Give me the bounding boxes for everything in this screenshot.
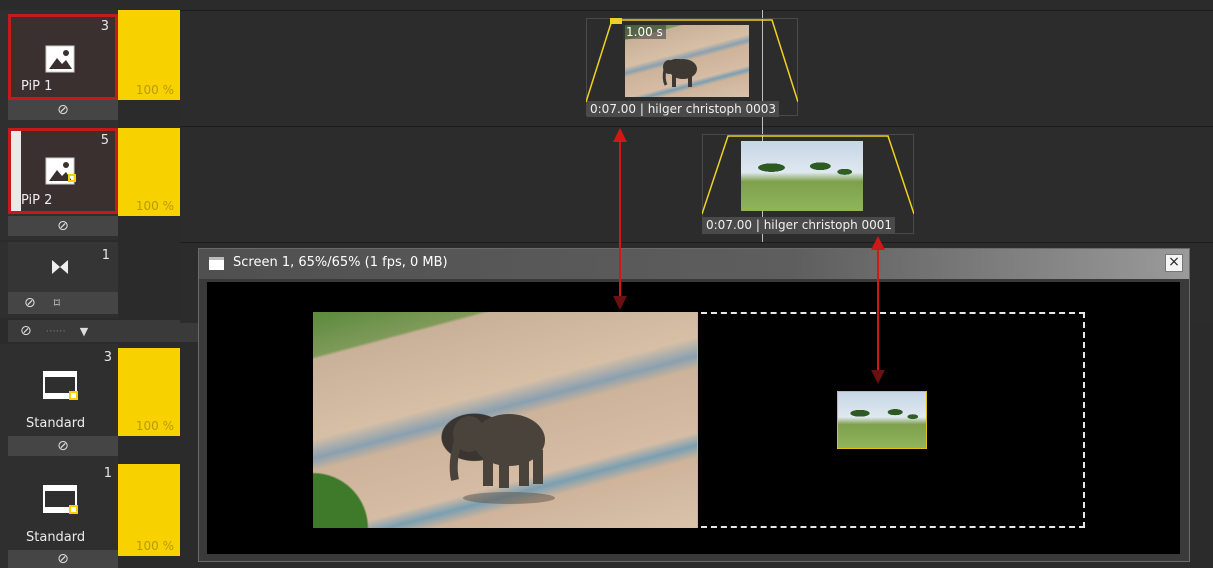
connector-arrow-2 [868,236,888,384]
track-header-standard-2: 1 Standard ⊘ [0,462,118,568]
opacity-bar[interactable]: 100 % [118,348,180,436]
opacity-value: 100 % [135,83,174,97]
connector-arrow-1 [610,128,630,310]
track-header-pip1: 3 PiP 1 ⊘ [0,10,118,126]
close-button[interactable]: × [1165,254,1183,272]
clip-duration: 1.00 s [623,25,666,39]
mute-button[interactable]: ⊘ [8,436,118,456]
dropdown-arrow-icon[interactable]: ▼ [80,325,88,338]
opacity-bar[interactable]: 100 % [118,10,180,100]
mute-icon: ⊘ [57,438,69,454]
image-icon [45,45,75,73]
mute-button[interactable]: ⊘ [8,216,118,236]
track-number: 5 [100,133,109,148]
track-header-standard-1: 3 Standard ⊘ [0,344,118,462]
track-thumb-standard-1[interactable]: 3 Standard [8,348,118,434]
track-thumb-pip1[interactable]: 3 PiP 1 [8,14,118,100]
timeline-lane-pip2[interactable] [180,126,1213,243]
mute-icon[interactable]: ⊘ [24,295,36,311]
mute-icon: ⊘ [57,218,69,234]
opacity-value: 100 % [135,539,174,553]
window-icon [209,257,224,270]
track-label: Standard [26,416,86,431]
clip-caption: 0:07.00 | hilger christoph 0003 [587,101,780,117]
track-label: PiP 2 [21,193,53,208]
image-link-icon [45,157,76,185]
track-label: PiP 1 [21,79,53,94]
clip-pip1[interactable]: 1.00 s 0:07.00 | hilger christoph 0003 [586,18,798,117]
opacity-bar[interactable]: 100 % [118,464,180,556]
grass-overlay [313,438,403,528]
transition-controls: ⊘ ⌑ [8,292,118,314]
mute-icon: ⊘ [57,551,69,567]
track-active-marker [11,131,21,211]
track-header-pip2: 5 PiP 2 ⊘ [0,126,118,240]
screen-canvas[interactable] [207,282,1180,554]
mute-button[interactable]: ⊘ [8,550,118,568]
mute-icon: ⊘ [57,102,69,118]
track-thumb-pip2[interactable]: 5 PiP 2 [8,128,118,214]
clip-pip2[interactable]: 0:07.00 | hilger christoph 0001 [702,134,914,234]
film-icon [43,371,78,400]
pip2-preview[interactable] [837,391,927,449]
opacity-value: 100 % [135,199,174,213]
bowtie-transition-icon [52,260,68,274]
track-header-transition: 1 ⊘ ⌑ [0,242,118,318]
pip1-preview[interactable] [313,312,698,528]
track-label: Standard [26,530,86,545]
track-number: 3 [103,350,112,365]
lane-controls: ⊘ ⋯⋯ ▼ [8,320,198,342]
screen-window-titlebar[interactable]: Screen 1, 65%/65% (1 fps, 0 MB) × [199,249,1189,279]
marker-icon[interactable]: ⌑ [54,296,60,310]
screen-window[interactable]: Screen 1, 65%/65% (1 fps, 0 MB) × [198,248,1190,562]
track-number: 3 [100,19,109,34]
track-thumb-transition[interactable]: 1 [8,242,118,292]
screen-window-title: Screen 1, 65%/65% (1 fps, 0 MB) [233,255,448,270]
opacity-value: 100 % [135,419,174,433]
film-icon [43,485,78,514]
dotted-grip-icon[interactable]: ⋯⋯ [46,326,66,337]
track-thumb-standard-2[interactable]: 1 Standard [8,464,118,548]
clip-caption: 0:07.00 | hilger christoph 0001 [703,217,896,233]
mute-icon[interactable]: ⊘ [20,323,32,339]
track-number: 1 [101,248,110,263]
clip-thumbnail-trees [741,141,863,211]
opacity-bar[interactable]: 100 % [118,128,180,216]
mute-button[interactable]: ⊘ [8,100,118,120]
track-number: 1 [103,466,112,481]
